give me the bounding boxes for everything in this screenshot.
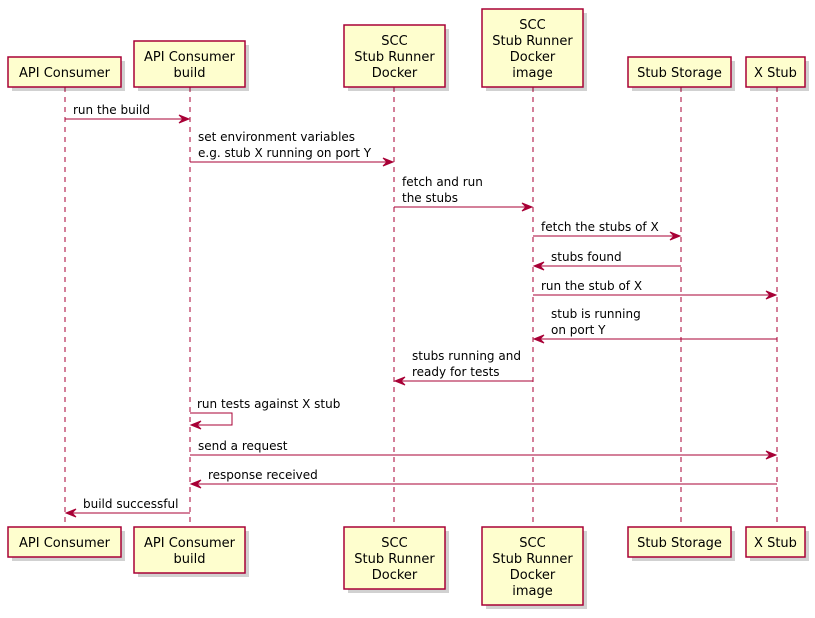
- participant-label: API Consumer: [19, 66, 111, 81]
- message-9: run tests against X stub: [189, 397, 340, 430]
- message-label: stubs running and: [412, 349, 521, 363]
- participant-label: Docker: [510, 50, 556, 65]
- message-6: run the stub of X: [533, 279, 778, 300]
- message-12: build successful: [64, 497, 190, 518]
- message-label: set environment variables: [198, 130, 355, 144]
- message-4: fetch the stubs of X: [533, 220, 682, 241]
- message-label: run the build: [73, 103, 150, 117]
- message-label: e.g. stub X running on port Y: [198, 146, 372, 160]
- message-label: ready for tests: [412, 365, 500, 379]
- message-10: send a request: [190, 439, 778, 460]
- message-label: build successful: [83, 497, 178, 511]
- message-label: response received: [208, 468, 318, 482]
- participant-label: Stub Runner: [354, 50, 435, 65]
- participant-label: X Stub: [754, 536, 797, 551]
- sequence-diagram: run the build set environment variables e.…: [7, 8, 809, 609]
- message-3: fetch and run the stubs: [394, 175, 534, 212]
- message-11: response received: [189, 468, 777, 489]
- participant-label: image: [512, 584, 553, 599]
- message-label: fetch and run: [402, 175, 483, 189]
- participant-label: SCC: [519, 18, 545, 33]
- participant-storage-top: Stub Storage: [627, 56, 735, 91]
- message-label: run tests against X stub: [197, 397, 340, 411]
- participant-consumer-top: API Consumer: [7, 56, 125, 91]
- participant-image-bottom: SCCStub RunnerDockerimage: [481, 526, 587, 609]
- participant-label: image: [512, 66, 553, 81]
- message-label: stubs found: [551, 250, 622, 264]
- message-8: stubs running and ready for tests: [393, 349, 533, 386]
- participant-label: Stub Runner: [492, 552, 573, 567]
- participant-label: Stub Runner: [492, 34, 573, 49]
- participant-scc-top: SCCStub RunnerDocker: [343, 24, 449, 91]
- participant-label: build: [174, 552, 206, 567]
- lifelines: [64, 87, 778, 527]
- message-7: stub is running on port Y: [532, 307, 777, 344]
- message-label: run the stub of X: [541, 279, 642, 293]
- participant-xstub-bottom: X Stub: [745, 526, 809, 561]
- participant-label: API Consumer: [144, 536, 236, 551]
- participant-label: Stub Runner: [354, 552, 435, 567]
- message-label: send a request: [198, 439, 288, 453]
- message-1: run the build: [65, 103, 191, 124]
- participant-label: SCC: [519, 536, 545, 551]
- participant-xstub-top: X Stub: [745, 56, 809, 91]
- participant-label: API Consumer: [19, 536, 111, 551]
- participant-label: SCC: [381, 536, 407, 551]
- participant-label: Docker: [372, 568, 418, 583]
- participant-label: SCC: [381, 34, 407, 49]
- participant-label: Stub Storage: [637, 66, 722, 81]
- participants-top: API ConsumerAPI ConsumerbuildSCCStub Run…: [7, 8, 809, 91]
- participant-label: Docker: [372, 66, 418, 81]
- participant-image-top: SCCStub RunnerDockerimage: [481, 8, 587, 91]
- participants-bottom: API Consumer API ConsumerbuildSCCStub Run…: [7, 526, 809, 609]
- message-label: stub is running: [551, 307, 641, 321]
- participant-label: build: [174, 66, 206, 81]
- messages: run the build set environment variables e.…: [64, 103, 778, 518]
- message-2: set environment variables e.g. stub X run…: [190, 130, 395, 167]
- message-5: stubs found: [532, 250, 681, 271]
- participant-label: Stub Storage: [637, 536, 722, 551]
- participant-label: X Stub: [754, 66, 797, 81]
- participant-label: API Consumer: [144, 50, 236, 65]
- participant-consumer-bottom: API Consumer: [7, 526, 125, 561]
- message-label: on port Y: [551, 323, 606, 337]
- participant-label: Docker: [510, 568, 556, 583]
- participant-build-top: API Consumerbuild: [133, 40, 249, 91]
- participant-build-bottom: API Consumerbuild: [133, 526, 249, 577]
- participant-storage-bottom: Stub Storage: [627, 526, 735, 561]
- message-label: fetch the stubs of X: [541, 220, 659, 234]
- message-label: the stubs: [402, 191, 458, 205]
- participant-scc-bottom: SCCStub RunnerDocker: [343, 526, 449, 593]
